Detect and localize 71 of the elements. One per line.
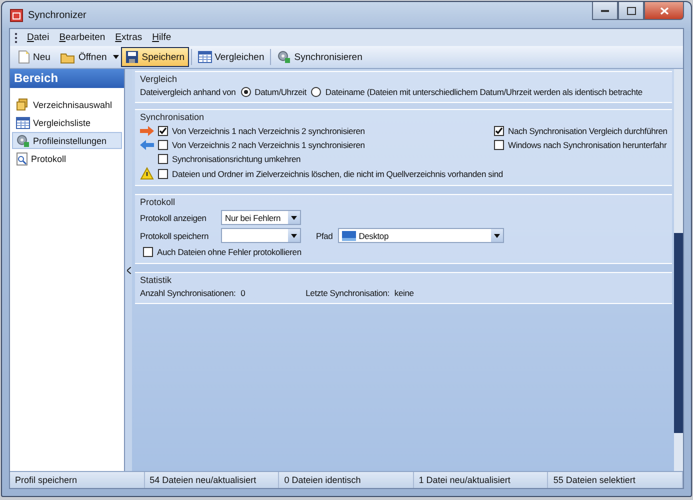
log-dropdown[interactable]: Nur bei Fehlern: [221, 210, 301, 225]
left-arrow-icon: [140, 140, 154, 150]
warning-icon: [140, 167, 154, 180]
gear-icon: [277, 50, 292, 64]
scrollbar[interactable]: [674, 69, 683, 471]
table-icon: [16, 116, 30, 128]
checkbox-option[interactable]: Von Verzeichnis 2 nach Verzeichnis 1 synchronisieren: [158, 139, 490, 151]
collapse-icon[interactable]: [126, 266, 130, 274]
sidebar-title: Bereich: [10, 69, 124, 88]
checkbox-option[interactable]: Auch Dateien ohne Fehler protokollieren: [140, 246, 302, 258]
document-icon: [18, 50, 30, 64]
folder-icon: [60, 50, 76, 64]
status-text: Profil speichern: [10, 472, 145, 488]
minimize-button[interactable]: [592, 2, 618, 20]
last-sync-value: keine: [394, 288, 414, 298]
folders-icon: [16, 98, 30, 111]
group-title: Synchronisation: [140, 112, 204, 122]
maximize-icon: [626, 6, 636, 14]
field-label: Protokoll anzeigen: [140, 212, 208, 222]
count-value: 0: [240, 288, 246, 298]
right-arrow-icon: [140, 126, 154, 136]
radio-option[interactable]: Dateiname (Dateien mit unterschiedlichem Datum/Uhrzeit werden als identisch betrachte: [311, 87, 642, 97]
status-text: 55 Dateien selektiert: [548, 472, 683, 488]
sidebar-item[interactable]: Protokoll: [12, 150, 122, 167]
checkbox-option[interactable]: Synchronisationsrichtung umkehren: [158, 153, 668, 165]
caret-icon[interactable]: [291, 216, 297, 220]
radio-option[interactable]: Datum/Uhrzeit: [240, 87, 306, 97]
checkbox-option[interactable]: Dateien und Ordner im Zielverzeichnis löschen, die nicht im Quellverzeichnis vorhanden sind: [158, 168, 668, 180]
toolbar-button[interactable]: Neu: [14, 47, 54, 67]
field-label: Pfad: [316, 230, 333, 240]
magnifier-page-icon: [16, 152, 28, 166]
desktop-icon: [342, 230, 356, 240]
toolbar-button[interactable]: Vergleichen: [194, 47, 268, 67]
menu-item[interactable]: Datei: [27, 32, 50, 43]
menu-item[interactable]: Extras: [115, 32, 142, 43]
table-icon: [198, 51, 212, 63]
save-icon: [124, 50, 139, 64]
toolbar-button[interactable]: Synchronisieren: [273, 47, 366, 67]
path-dropdown[interactable]: Desktop: [338, 228, 504, 243]
status-text: 1 Datei neu/aktualisiert: [414, 472, 548, 488]
checkbox-option[interactable]: Nach Synchronisation Vergleich durchführen: [494, 125, 668, 137]
checkmark-icon: [159, 127, 167, 135]
maximize-button[interactable]: [618, 2, 644, 20]
checkbox-option[interactable]: Windows nach Synchronisation herunterfahr: [494, 139, 668, 151]
sidebar-item[interactable]: Profileinstellungen: [12, 132, 122, 149]
toolbar-button[interactable]: Öffnen: [56, 47, 111, 67]
field-label: Dateivergleich anhand von: [140, 87, 236, 97]
sidebar-item[interactable]: Vergleichsliste: [12, 114, 122, 131]
status-text: 0 Dateien identisch: [279, 472, 414, 488]
window-title: Synchronizer: [28, 10, 86, 20]
caret-icon[interactable]: [112, 55, 119, 59]
toolbar-button[interactable]: Speichern: [120, 47, 189, 67]
field-label: Letzte Synchronisation:: [306, 288, 390, 298]
checkbox-option[interactable]: Von Verzeichnis 1 nach Verzeichnis 2 synchronisieren: [158, 125, 490, 137]
gear-icon: [16, 134, 30, 148]
sidebar-item[interactable]: Verzeichnisauswahl: [12, 96, 122, 113]
minimize-icon: [601, 10, 609, 12]
field-label: Protokoll speichern: [140, 230, 210, 240]
group-title: Protokoll: [140, 197, 176, 207]
menu-item[interactable]: Hilfe: [152, 32, 172, 43]
group-title: Vergleich: [140, 74, 178, 84]
group-title: Statistik: [140, 275, 172, 285]
caret-icon[interactable]: [494, 234, 500, 238]
caret-icon[interactable]: [291, 234, 297, 238]
status-text: 54 Dateien neu/aktualisiert: [144, 472, 280, 488]
close-icon: [660, 6, 668, 14]
field-label: Anzahl Synchronisationen:: [140, 288, 236, 298]
close-button[interactable]: [644, 2, 684, 20]
app-icon: [10, 8, 23, 22]
checkmark-icon: [495, 127, 503, 135]
menu-item[interactable]: Bearbeiten: [59, 32, 106, 43]
